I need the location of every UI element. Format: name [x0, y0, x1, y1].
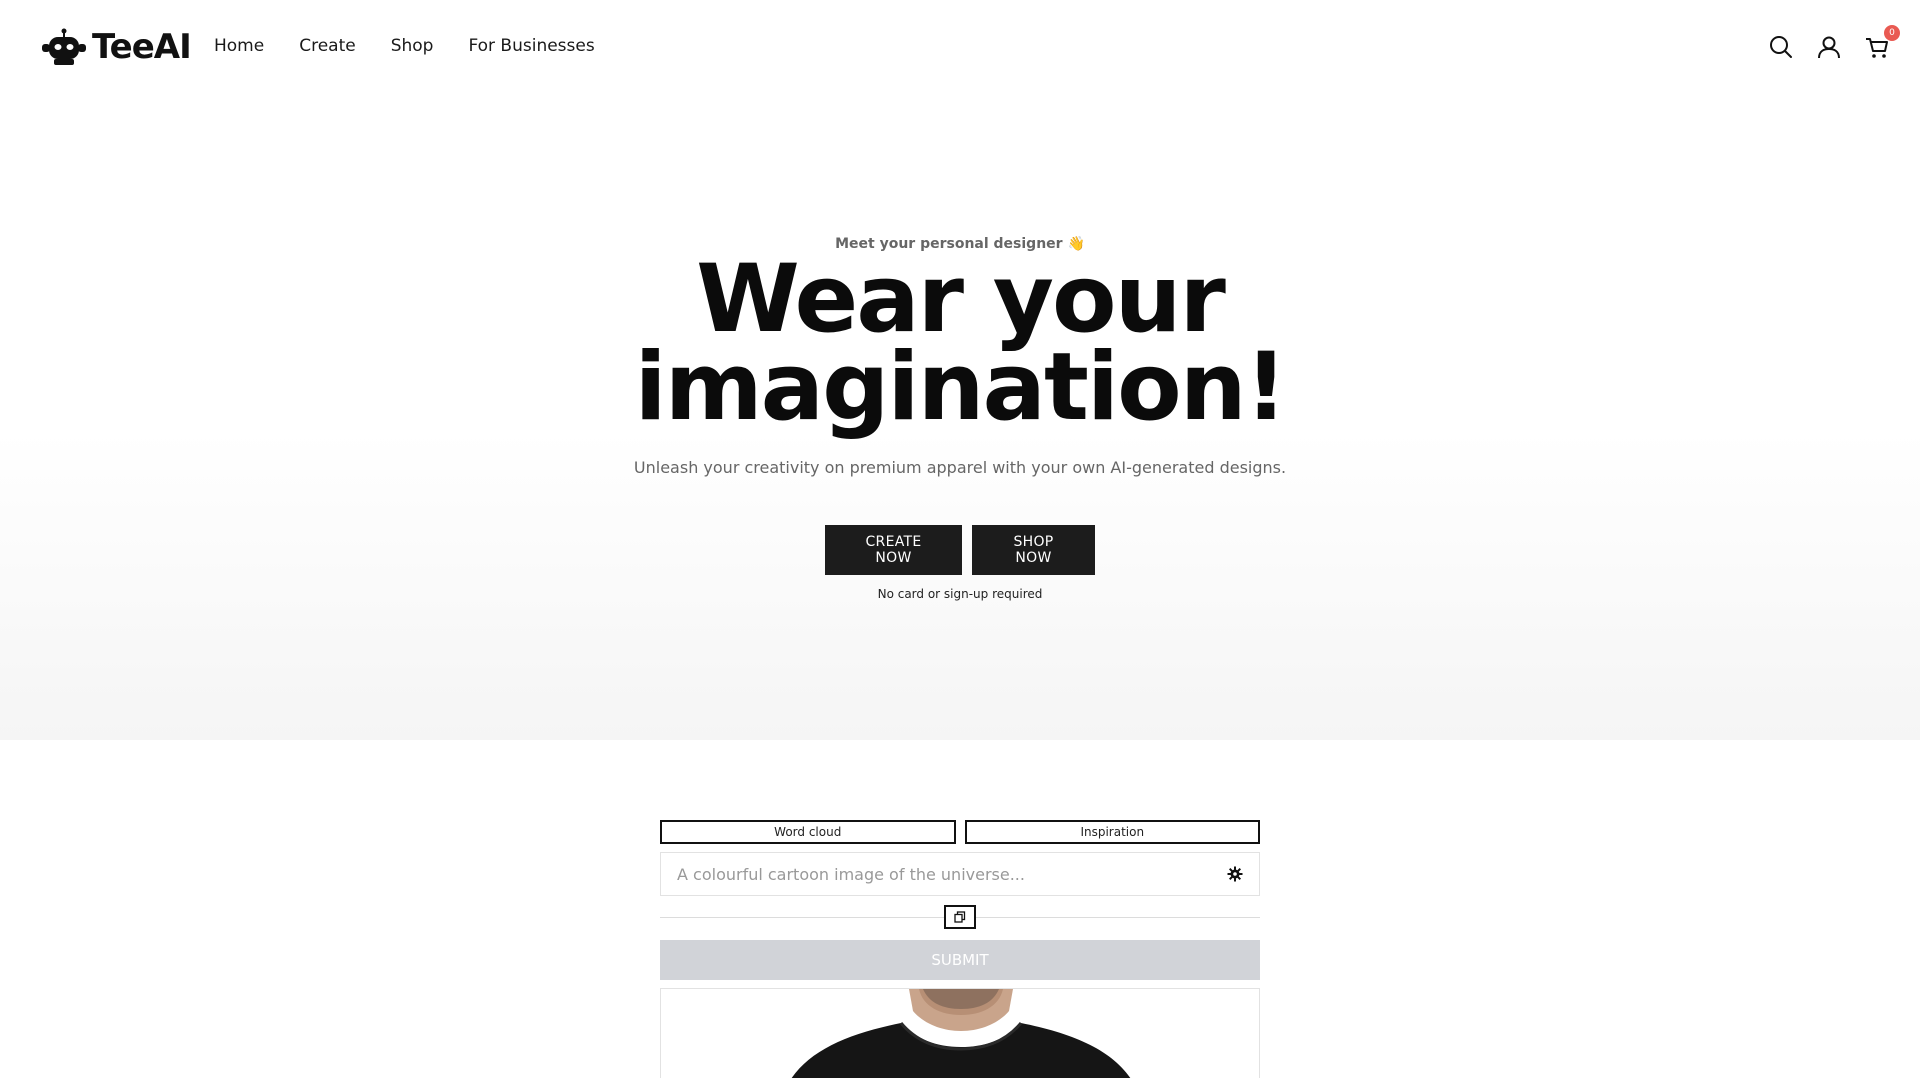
submit-button[interactable]: SUBMIT — [660, 940, 1260, 980]
copy-button[interactable] — [944, 905, 976, 929]
hero-subtitle: Unleash your creativity on premium appar… — [633, 458, 1287, 477]
cart-icon[interactable]: 0 — [1864, 25, 1900, 60]
tab-word-cloud[interactable]: Word cloud — [660, 820, 956, 844]
hero-cta-group: CREATE NOW SHOP NOW — [0, 525, 1920, 575]
main-nav: Home Create Shop For Businesses — [214, 36, 595, 56]
divider — [660, 904, 1260, 930]
tshirt-preview — [660, 988, 1260, 1078]
nav-home[interactable]: Home — [214, 36, 264, 56]
brand-name: TeeAI — [92, 27, 192, 67]
nav-shop[interactable]: Shop — [391, 36, 434, 56]
nav-for-businesses[interactable]: For Businesses — [468, 36, 594, 56]
header-actions: 0 — [1768, 25, 1900, 60]
copy-icon — [954, 911, 966, 923]
prompt-box — [660, 852, 1260, 896]
cart-count-badge: 0 — [1884, 25, 1900, 41]
hero-title-line-2: imagination! — [634, 333, 1288, 442]
logo[interactable]: TeeAI — [40, 24, 192, 70]
generator-tabs: Word cloud Inspiration — [660, 820, 1260, 844]
hero-title: Wear your imagination! — [0, 253, 1920, 435]
tab-inspiration[interactable]: Inspiration — [964, 820, 1260, 844]
create-now-button[interactable]: CREATE NOW — [825, 525, 962, 575]
model-wearing-tshirt-image — [791, 989, 1131, 1078]
gear-icon[interactable] — [1227, 866, 1243, 882]
site-header: TeeAI Home Create Shop For Businesses 0 — [0, 0, 1920, 96]
hero-section: Meet your personal designer 👋 Wear your … — [0, 96, 1920, 740]
prompt-input[interactable] — [677, 864, 1197, 884]
user-icon[interactable] — [1816, 34, 1842, 60]
design-generator: Word cloud Inspiration A colourful carto… — [660, 820, 1260, 1078]
hero-note: No card or sign-up required — [877, 587, 1043, 601]
robot-logo-icon — [42, 28, 86, 65]
shop-now-button[interactable]: SHOP NOW — [972, 525, 1095, 575]
nav-create[interactable]: Create — [299, 36, 356, 56]
search-icon[interactable] — [1768, 34, 1794, 60]
